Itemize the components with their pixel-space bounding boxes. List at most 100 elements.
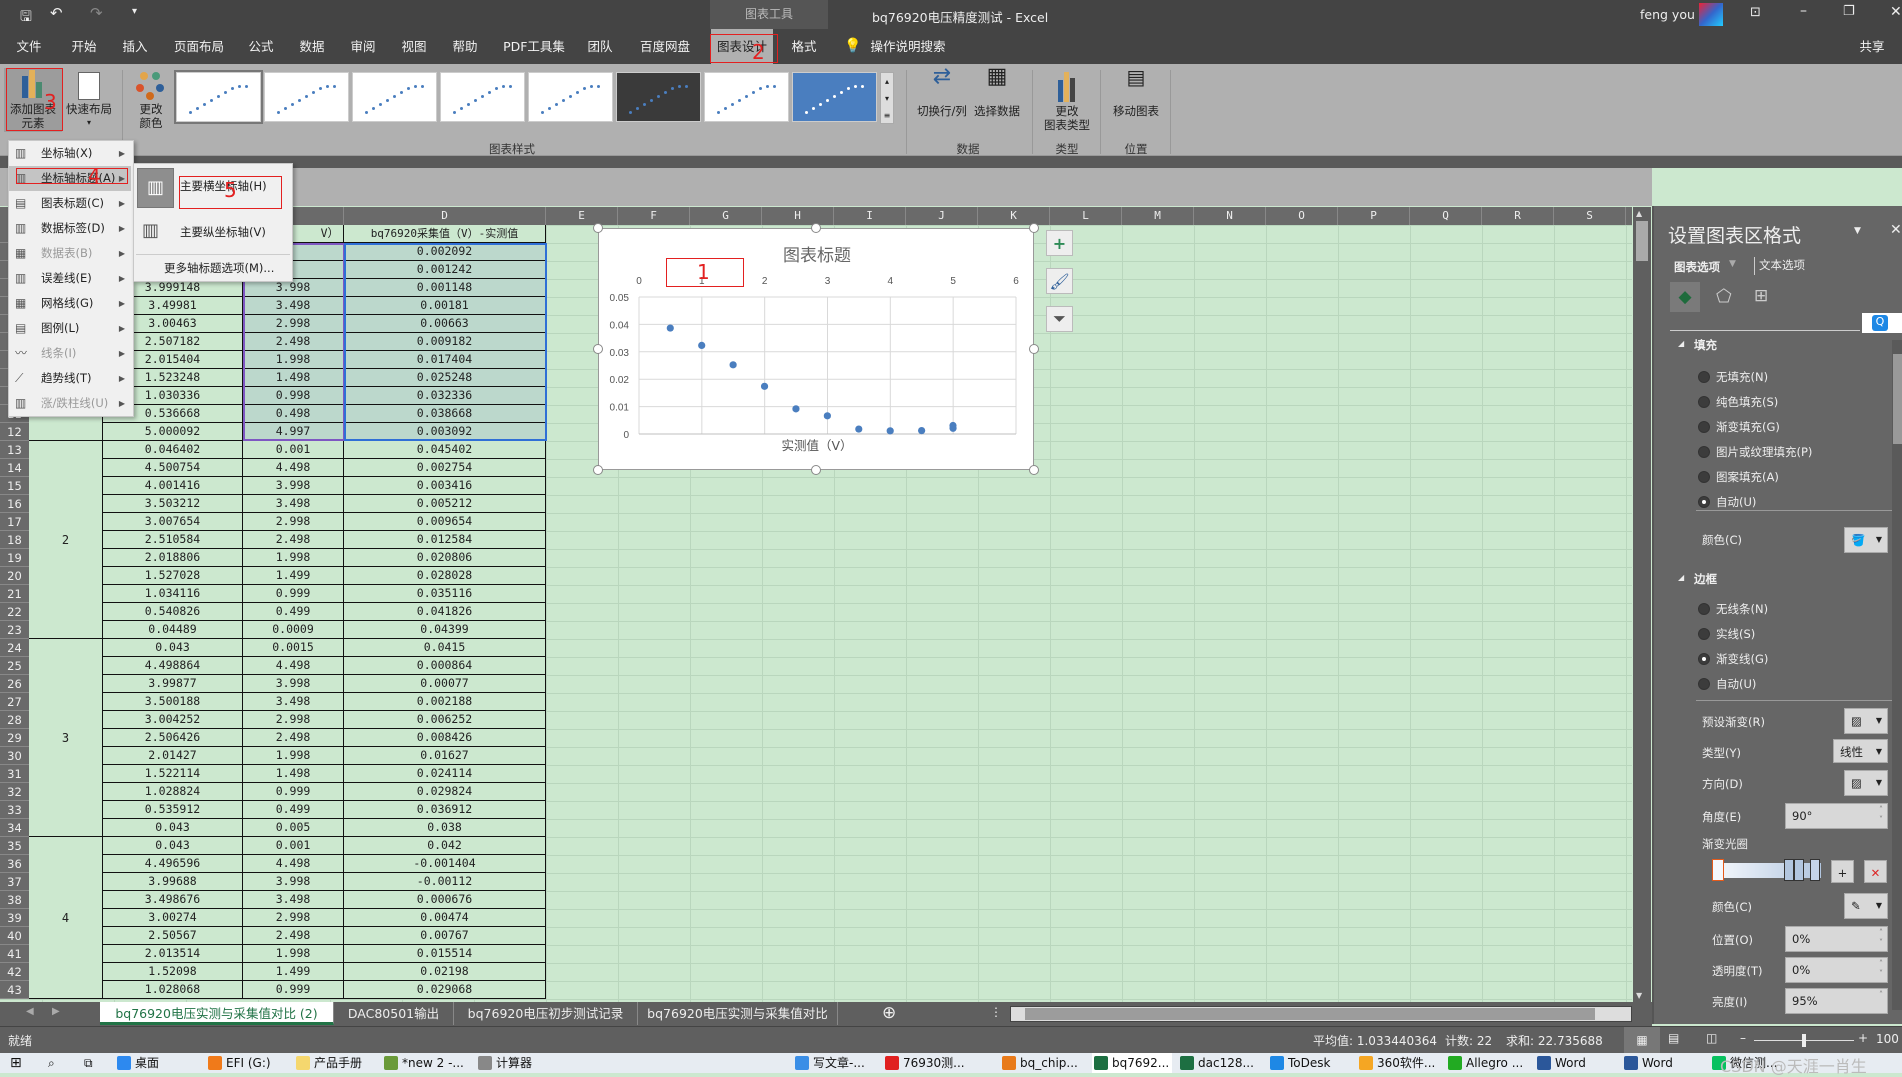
row-header[interactable]: 36 (0, 855, 29, 873)
row-header[interactable]: 33 (0, 801, 29, 819)
cell-c[interactable]: 0.999 (243, 981, 344, 999)
row-header[interactable]: 26 (0, 675, 29, 693)
cell-b[interactable]: 0.043 (102, 837, 243, 855)
radio-label[interactable]: 无填充(N) (1716, 369, 1768, 385)
chart-resize-handle[interactable] (1029, 344, 1039, 354)
taskbar-item-13[interactable]: Word (1535, 1053, 1616, 1073)
cell-c[interactable]: 0.005 (243, 819, 344, 837)
cell-b[interactable]: 1.52098 (102, 963, 243, 981)
sheet-tab-3[interactable]: bq76920电压初步测试记录 (454, 1002, 638, 1025)
menu-item-9[interactable]: ⟋ 趋势线(T) ▶ (9, 366, 131, 391)
tab-9[interactable]: PDF工具集 (497, 29, 571, 64)
cell-d[interactable]: 0.015514 (344, 945, 546, 963)
cell-c[interactable]: 1.998 (243, 945, 344, 963)
cell-c[interactable]: 2.498 (243, 531, 344, 549)
row-header[interactable]: 27 (0, 693, 29, 711)
cell-d[interactable]: 0.045402 (344, 441, 546, 459)
pane-close-icon[interactable]: ✕ (1890, 222, 1902, 238)
position-input[interactable]: 0% ˄ ˅ (1785, 926, 1888, 952)
row-header[interactable]: 29 (0, 729, 29, 747)
tab-0[interactable]: 文件 (10, 29, 47, 64)
cell-b[interactable]: 4.496596 (102, 855, 243, 873)
cell-d[interactable]: 0.029068 (344, 981, 546, 999)
cell-d[interactable]: 0.041826 (344, 603, 546, 621)
cell-b[interactable]: 1.522114 (102, 765, 243, 783)
cell-c[interactable]: 2.998 (243, 315, 344, 333)
cell-d[interactable]: 0.001148 (344, 279, 546, 297)
cell-d[interactable]: 0.000676 (344, 891, 546, 909)
save-icon[interactable]: 🖫 (20, 6, 32, 30)
change-chart-type-button[interactable]: 更改 图表类型 (1036, 70, 1098, 132)
pane-scrollbar[interactable] (1892, 340, 1902, 1010)
taskbar-item-1[interactable]: EFI (G:) (206, 1053, 288, 1073)
tab-1[interactable]: 开始 (65, 29, 102, 64)
chart-styles-brush-icon[interactable]: 🖌 (1046, 268, 1073, 294)
chart-resize-handle[interactable] (593, 465, 603, 475)
group-cell[interactable]: 4 (29, 837, 102, 999)
cell-b[interactable]: 2.50567 (102, 927, 243, 945)
direction-button[interactable]: ▨ ▼ (1844, 770, 1888, 796)
move-chart-button[interactable]: ▤ 移动图表 (1104, 67, 1168, 118)
normal-view-icon[interactable]: ▦ (1624, 1027, 1660, 1053)
radio-fill_options-1[interactable] (1698, 396, 1710, 408)
fill-color-button[interactable]: 🪣 ▼ (1844, 527, 1888, 553)
column-header-P[interactable]: P (1338, 207, 1410, 225)
cell-d[interactable]: 0.012584 (344, 531, 546, 549)
taskbar-item-2[interactable]: 产品手册 (294, 1053, 376, 1073)
chart-resize-handle[interactable] (593, 344, 603, 354)
radio-border_options-3[interactable] (1698, 678, 1710, 690)
floating-widget[interactable]: Q (1862, 313, 1902, 333)
cell-d[interactable]: 0.003416 (344, 477, 546, 495)
radio-label[interactable]: 图片或纹理填充(P) (1716, 444, 1812, 460)
tab-13[interactable]: 格式 (785, 29, 822, 64)
cell-b[interactable]: 3.500188 (102, 693, 243, 711)
taskbar-item-3[interactable]: *new 2 -... (382, 1053, 470, 1073)
row-header[interactable]: 13 (0, 441, 29, 459)
tab-chart-options[interactable]: 图表选项 (1674, 259, 1720, 275)
menu-item-6[interactable]: ▦ 网格线(G) ▶ (9, 291, 131, 316)
taskbar-item-10[interactable]: ToDesk (1268, 1053, 1351, 1073)
row-header[interactable]: 39 (0, 909, 29, 927)
row-header[interactable]: 32 (0, 783, 29, 801)
cell-c[interactable]: 3.498 (243, 693, 344, 711)
menu-item-7[interactable]: ▤ 图例(L) ▶ (9, 316, 131, 341)
page-layout-view-icon[interactable]: ▤ (1668, 1031, 1679, 1045)
column-header-L[interactable]: L (1050, 207, 1122, 225)
minimize-icon[interactable]: – (1800, 3, 1807, 19)
cell-d[interactable]: 0.038 (344, 819, 546, 837)
zoom-out-icon[interactable]: – (1740, 1031, 1746, 1045)
x-axis-title[interactable]: 实测值（V） (599, 435, 1035, 454)
ribbon-display-icon[interactable]: ⊡ (1750, 5, 1761, 20)
row-header[interactable]: 35 (0, 837, 29, 855)
undo-icon[interactable]: ↶ (50, 4, 63, 22)
radio-label[interactable]: 渐变线(G) (1716, 651, 1768, 667)
menu-item-3[interactable]: ▥ 数据标签(D) ▶ (9, 216, 131, 241)
cell-c[interactable]: 4.498 (243, 657, 344, 675)
menu-item-more-axis-title-options[interactable]: 更多轴标题选项(M)... (164, 260, 274, 276)
tab-7[interactable]: 视图 (395, 29, 432, 64)
cell-c[interactable]: 4.498 (243, 855, 344, 873)
column-header-O[interactable]: O (1266, 207, 1338, 225)
tell-me-search[interactable]: 操作说明搜索 (864, 29, 951, 64)
column-header-J[interactable]: J (906, 207, 978, 225)
row-header[interactable]: 37 (0, 873, 29, 891)
cell-b[interactable]: 5.000092 (102, 423, 243, 441)
tab-text-options[interactable]: 文本选项 (1754, 257, 1805, 275)
add-sheet-icon[interactable]: ⊕ (882, 1003, 896, 1023)
sheet-tab-4[interactable]: bq76920电压实测与采集值对比 (638, 1002, 838, 1025)
row-header[interactable]: 25 (0, 657, 29, 675)
cell-b[interactable]: 4.001416 (102, 477, 243, 495)
taskbar-item-12[interactable]: Allegro ... (1446, 1053, 1529, 1073)
zoom-slider[interactable] (1754, 1034, 1854, 1047)
cell-d[interactable]: 0.042 (344, 837, 546, 855)
radio-label[interactable]: 自动(U) (1716, 494, 1756, 510)
column-header-F[interactable]: F (618, 207, 690, 225)
cell-c[interactable]: 1.499 (243, 963, 344, 981)
radio-fill_options-0[interactable] (1698, 371, 1710, 383)
radio-border_options-2[interactable] (1698, 653, 1710, 665)
cell-d[interactable]: 0.000864 (344, 657, 546, 675)
row-header[interactable]: 30 (0, 747, 29, 765)
row-header[interactable]: 38 (0, 891, 29, 909)
chart-resize-handle[interactable] (1029, 465, 1039, 475)
cell-c[interactable]: 0.001 (243, 441, 344, 459)
